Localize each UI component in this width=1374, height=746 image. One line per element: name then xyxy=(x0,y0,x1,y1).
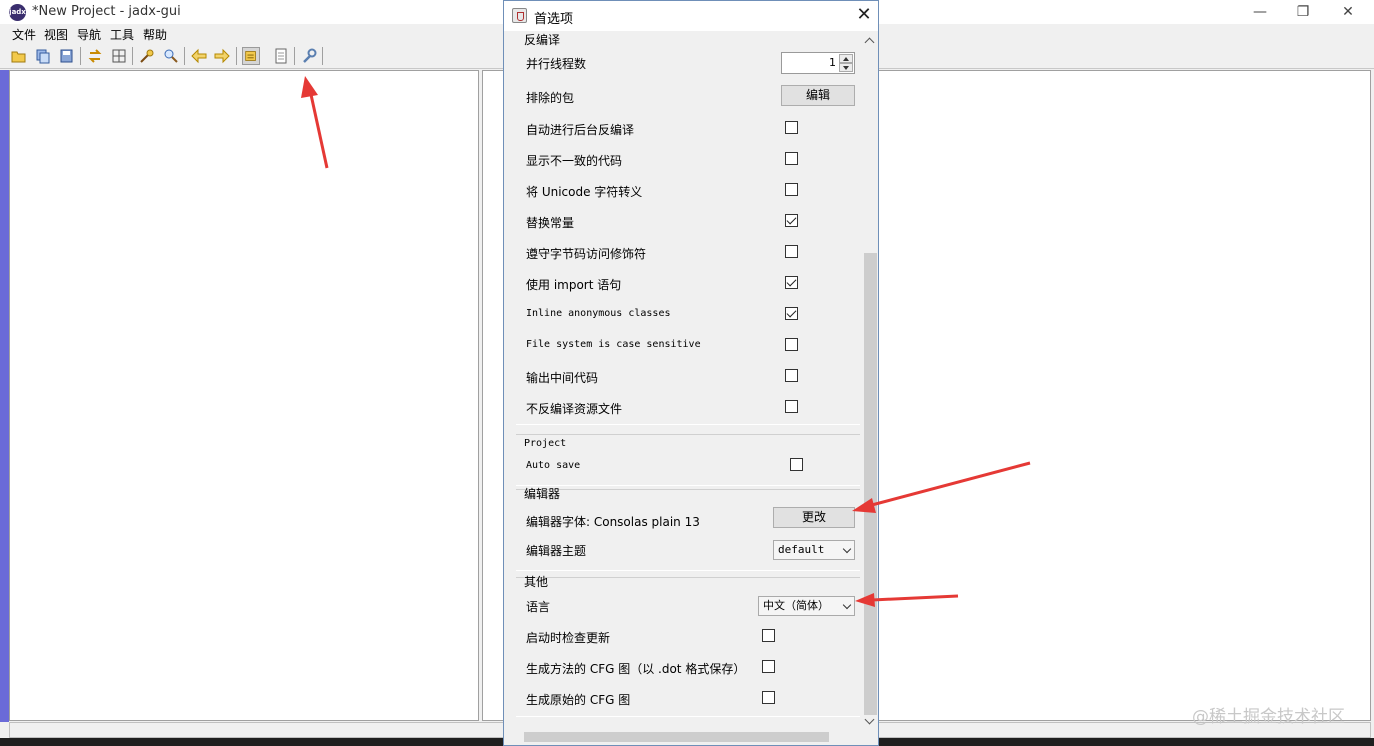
sync-icon[interactable] xyxy=(86,47,104,65)
replace-consts-label: 替换常量 xyxy=(526,216,575,230)
section-decompile: 反编译 并行线程数 1 排除的包 编辑 自动进行后台反编译 显示不一致的代码 将… xyxy=(516,31,860,425)
section-title-project: Project xyxy=(524,438,567,449)
auto-save-label: Auto save xyxy=(526,460,581,471)
search-text-icon[interactable] xyxy=(138,47,156,65)
search-class-icon[interactable] xyxy=(162,47,180,65)
show-inconsistent-checkbox[interactable] xyxy=(785,152,798,165)
threads-spinner[interactable]: 1 xyxy=(781,52,855,74)
editor-theme-value: default xyxy=(778,543,825,556)
language-select[interactable]: 中文（简体） xyxy=(758,596,855,616)
check-updates-checkbox[interactable] xyxy=(762,629,775,642)
toolbar-separator xyxy=(322,47,323,65)
output-raw-label: 输出中间代码 xyxy=(526,371,599,385)
project-tree-panel[interactable] xyxy=(9,70,479,721)
editor-theme-select[interactable]: default xyxy=(773,540,855,560)
use-imports-checkbox[interactable] xyxy=(785,276,798,289)
dialog-title-bar: 首选项 ✕ xyxy=(504,1,878,31)
menu-tools[interactable]: 工具 xyxy=(110,26,134,43)
preferences-dialog: 首选项 ✕ 反编译 并行线程数 1 排除的包 编辑 自动进行后台反编译 显示不一… xyxy=(503,0,879,746)
fs-case-sensitive-checkbox[interactable] xyxy=(785,338,798,351)
cfg-dot-label: 生成方法的 CFG 图（以 .dot 格式保存） xyxy=(526,662,746,676)
java-cup-icon xyxy=(512,8,527,23)
dialog-title: 首选项 xyxy=(534,12,574,27)
raw-cfg-checkbox[interactable] xyxy=(762,691,775,704)
toolbar-separator xyxy=(236,47,237,65)
section-other: 其他 语言 中文（简体） 启动时检查更新 生成方法的 CFG 图（以 .dot … xyxy=(516,575,860,717)
watermark: @稀土掘金技术社区 xyxy=(1192,707,1345,727)
dialog-close-button[interactable]: ✕ xyxy=(854,5,874,25)
menu-view[interactable]: 视图 xyxy=(44,26,68,43)
add-files-icon[interactable] xyxy=(34,47,52,65)
restore-icon[interactable]: ❐ xyxy=(1288,2,1318,22)
horizontal-scrollbar[interactable] xyxy=(504,729,878,745)
escape-unicode-label: 将 Unicode 字符转义 xyxy=(526,185,643,199)
section-title-editor: 编辑器 xyxy=(524,487,561,501)
preferences-wrench-icon[interactable] xyxy=(300,47,318,65)
decompile-all-icon[interactable] xyxy=(242,47,260,65)
flatten-packages-icon[interactable] xyxy=(110,47,128,65)
skip-resources-checkbox[interactable] xyxy=(785,400,798,413)
change-font-button[interactable]: 更改 xyxy=(773,507,855,528)
excluded-packages-label: 排除的包 xyxy=(526,91,575,105)
preferences-content: 反编译 并行线程数 1 排除的包 编辑 自动进行后台反编译 显示不一致的代码 将… xyxy=(516,31,860,717)
back-arrow-icon[interactable] xyxy=(190,47,208,65)
menu-navigation[interactable]: 导航 xyxy=(77,26,101,43)
chevron-down-icon xyxy=(842,544,852,554)
inline-anonymous-checkbox[interactable] xyxy=(785,307,798,320)
edit-excluded-button[interactable]: 编辑 xyxy=(781,85,855,106)
save-all-icon[interactable] xyxy=(58,47,76,65)
raw-cfg-label: 生成原始的 CFG 图 xyxy=(526,693,631,707)
auto-background-label: 自动进行后台反编译 xyxy=(526,123,635,137)
spinner-down-icon[interactable] xyxy=(839,63,853,72)
scroll-down-icon[interactable] xyxy=(864,714,875,725)
editor-font-text: 编辑器字体: Consolas plain 13 xyxy=(526,515,700,529)
section-editor: 编辑器 编辑器字体: Consolas plain 13 更改 编辑器主题 de… xyxy=(516,487,860,571)
skip-resources-label: 不反编译资源文件 xyxy=(526,402,623,416)
menu-help[interactable]: 帮助 xyxy=(143,26,167,43)
show-inconsistent-label: 显示不一致的代码 xyxy=(526,154,623,168)
respect-bytecode-label: 遵守字节码访问修饰符 xyxy=(526,247,647,261)
section-title-decompile: 反编译 xyxy=(524,33,561,47)
vertical-scroll-thumb[interactable] xyxy=(864,253,877,715)
vertical-scrollbar[interactable] xyxy=(862,31,878,729)
inline-anonymous-label: Inline anonymous classes xyxy=(526,308,671,319)
spinner-up-icon[interactable] xyxy=(839,54,853,63)
toolbar-separator xyxy=(132,47,133,65)
fs-case-sensitive-label: File system is case sensitive xyxy=(526,339,701,350)
left-edge-strip xyxy=(0,70,9,722)
check-updates-label: 启动时检查更新 xyxy=(526,631,611,645)
toolbar-separator xyxy=(294,47,295,65)
threads-value: 1 xyxy=(829,56,836,69)
language-label: 语言 xyxy=(526,600,551,614)
auto-save-checkbox[interactable] xyxy=(790,458,803,471)
use-imports-label: 使用 import 语句 xyxy=(526,278,622,292)
cfg-dot-checkbox[interactable] xyxy=(762,660,775,673)
chevron-down-icon xyxy=(842,600,852,610)
escape-unicode-checkbox[interactable] xyxy=(785,183,798,196)
close-window-icon[interactable]: ✕ xyxy=(1333,2,1363,22)
log-viewer-icon[interactable] xyxy=(272,47,290,65)
editor-font-label: 编辑器字体: Consolas plain 13 xyxy=(526,513,700,530)
section-title-other: 其他 xyxy=(524,575,549,589)
section-project: Project Auto save xyxy=(516,434,860,486)
toolbar-separator xyxy=(184,47,185,65)
respect-bytecode-checkbox[interactable] xyxy=(785,245,798,258)
horizontal-scroll-thumb[interactable] xyxy=(524,732,829,742)
window-title: *New Project - jadx-gui xyxy=(32,4,181,19)
minimize-icon[interactable]: — xyxy=(1245,2,1275,22)
language-value: 中文（简体） xyxy=(763,599,829,612)
scroll-up-icon[interactable] xyxy=(864,37,875,48)
editor-theme-label: 编辑器主题 xyxy=(526,544,587,558)
toolbar-separator xyxy=(80,47,81,65)
auto-background-checkbox[interactable] xyxy=(785,121,798,134)
menu-file[interactable]: 文件 xyxy=(12,26,36,43)
open-file-icon[interactable] xyxy=(10,47,28,65)
forward-arrow-icon[interactable] xyxy=(213,47,231,65)
replace-consts-checkbox[interactable] xyxy=(785,214,798,227)
jadx-app-icon: jadx xyxy=(9,4,26,21)
threads-label: 并行线程数 xyxy=(526,57,587,71)
output-raw-checkbox[interactable] xyxy=(785,369,798,382)
